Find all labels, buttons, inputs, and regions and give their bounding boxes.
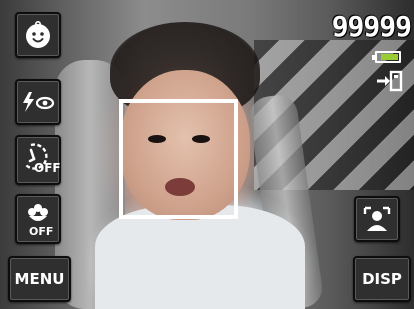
macro-state: OFF [29, 225, 54, 238]
face-detection-button[interactable] [15, 12, 61, 58]
subject-shirt [95, 205, 305, 309]
shots-remaining: 99999 [331, 10, 412, 43]
camera-viewfinder: OFF OFF MENU DISP 99999 [0, 0, 414, 309]
face-detection-frame [119, 99, 238, 219]
face-tracking-button[interactable] [354, 196, 400, 242]
flash-mode-button[interactable] [15, 79, 61, 125]
macro-mode-button[interactable]: OFF [15, 194, 61, 244]
face-tracking-icon [363, 206, 391, 231]
flash-redeye-icon [23, 92, 55, 112]
baby-face-icon [26, 20, 50, 48]
macro-flower-icon [28, 204, 48, 221]
menu-button[interactable]: MENU [8, 256, 71, 302]
internal-memory-icon [377, 70, 403, 92]
menu-label: MENU [14, 270, 65, 288]
self-timer-button[interactable]: OFF [15, 135, 61, 185]
self-timer-state: OFF [34, 161, 61, 175]
battery-icon [372, 51, 401, 63]
battery-level-fill [381, 54, 398, 60]
disp-label: DISP [362, 270, 402, 288]
disp-button[interactable]: DISP [353, 256, 411, 302]
